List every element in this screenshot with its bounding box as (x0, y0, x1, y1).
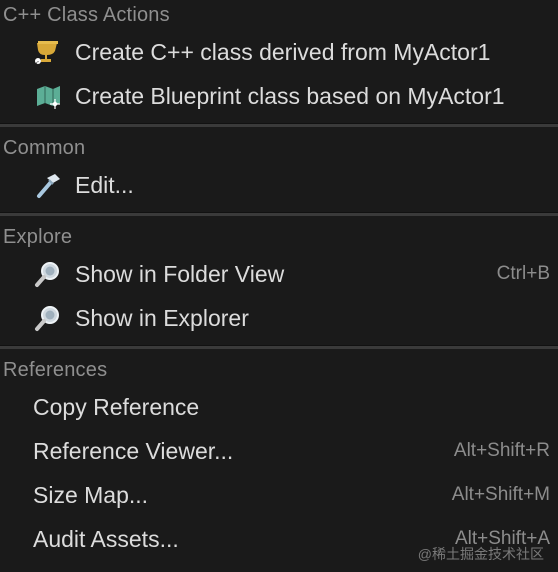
separator (0, 212, 558, 216)
section-header-references: References (3, 359, 108, 381)
watermark: @稀土掘金技术社区 (417, 546, 544, 562)
menu-item-reference-viewer[interactable]: Reference Viewer... Alt+Shift+R (0, 429, 558, 473)
menu-item-label: Audit Assets... (33, 525, 179, 552)
section-header-common: Common (3, 137, 86, 159)
blueprint-class-icon (31, 79, 65, 113)
menu-item-copy-reference[interactable]: Copy Reference (0, 385, 558, 429)
magnifier-icon (31, 257, 65, 291)
menu-item-label: Show in Explorer (75, 304, 249, 331)
menu-item-create-cpp-class[interactable]: c Create C++ class derived from MyActor1 (0, 30, 558, 74)
menu-item-edit[interactable]: Edit... (0, 163, 558, 207)
menu-item-size-map[interactable]: Size Map... Alt+Shift+M (0, 473, 558, 517)
hammer-icon (31, 168, 65, 202)
menu-item-label: Create C++ class derived from MyActor1 (75, 38, 491, 65)
menu-item-show-in-folder-view[interactable]: Show in Folder View Ctrl+B (0, 252, 558, 296)
menu-item-label: Edit... (75, 171, 134, 198)
context-menu: C++ Class Actions c Create C++ class der… (0, 0, 558, 572)
menu-item-label: Reference Viewer... (33, 437, 234, 464)
shortcut-label: Alt+Shift+R (453, 440, 550, 461)
shortcut-label: Ctrl+B (496, 263, 550, 284)
section-header-cpp-class-actions: C++ Class Actions (3, 4, 170, 26)
magnifier-icon (31, 301, 65, 335)
menu-item-label: Size Map... (33, 481, 149, 508)
section-header-explore: Explore (3, 226, 73, 248)
menu-item-create-blueprint-class[interactable]: Create Blueprint class based on MyActor1 (0, 74, 558, 118)
cpp-class-icon: c (31, 35, 65, 69)
separator (0, 123, 558, 127)
menu-item-label: Show in Folder View (75, 260, 285, 287)
menu-item-label: Copy Reference (33, 393, 200, 420)
svg-text:c: c (36, 60, 39, 67)
menu-item-label: Create Blueprint class based on MyActor1 (75, 82, 505, 109)
separator (0, 345, 558, 349)
menu-item-show-in-explorer[interactable]: Show in Explorer (0, 296, 558, 340)
shortcut-label: Alt+Shift+M (451, 484, 550, 505)
